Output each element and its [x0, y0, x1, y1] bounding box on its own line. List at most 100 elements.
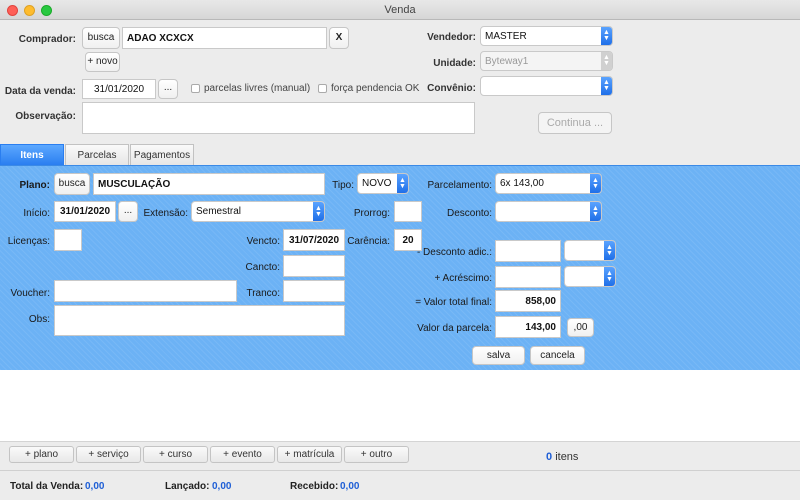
lancado-value: 0,00 — [212, 481, 232, 492]
obs-label: Obs: — [28, 314, 50, 325]
data-venda-field[interactable]: 31/01/2020 — [82, 79, 156, 99]
inicio-label: Início: — [23, 208, 50, 219]
plano-busca-button[interactable]: busca — [54, 173, 90, 195]
parcelas-livres-checkbox[interactable]: parcelas livres (manual) — [191, 83, 310, 94]
tipo-value: NOVO — [362, 178, 392, 189]
salva-button[interactable]: salva — [472, 346, 525, 365]
close-window-button[interactable] — [7, 5, 18, 16]
extensao-label: Extensão: — [143, 208, 188, 219]
voucher-label: Voucher: — [10, 288, 50, 299]
licencas-label: Licenças: — [7, 236, 50, 247]
carencia-label: Carência: — [347, 236, 390, 247]
valor-total-field: 858,00 — [495, 290, 561, 312]
inicio-field[interactable]: 31/01/2020 — [54, 201, 116, 222]
chevron-updown-icon: ▲ ▼ — [604, 267, 615, 286]
tranco-field[interactable] — [283, 280, 345, 302]
parcelamento-select[interactable]: 6x 143,00 ▲ ▼ — [495, 173, 602, 194]
recebido-label: Recebido: — [290, 481, 339, 492]
comprador-label: Comprador: — [18, 34, 76, 45]
valor-parcela-field: 143,00 — [495, 316, 561, 338]
vencto-label: Vencto: — [246, 236, 280, 247]
unidade-label: Unidade: — [433, 58, 476, 69]
forca-pendencia-label: força pendencia OK — [331, 83, 420, 94]
unidade-select: Byteway1 ▲ ▼ — [480, 51, 613, 71]
chevron-updown-icon: ▲ ▼ — [397, 174, 408, 193]
comprador-field[interactable]: ADAO XCXCX — [122, 27, 327, 49]
data-venda-label: Data da venda: — [4, 86, 76, 97]
unidade-value: Byteway1 — [485, 55, 529, 67]
add-outro-button[interactable]: + outro — [344, 446, 409, 463]
add-servico-button[interactable]: + serviço — [76, 446, 141, 463]
items-list[interactable] — [0, 370, 800, 442]
continua-button[interactable]: Continua ... — [538, 112, 612, 134]
items-count: 0 itens — [546, 451, 578, 463]
vendedor-value: MASTER — [485, 30, 527, 42]
items-count-value: 0 — [546, 451, 553, 463]
item-panel — [0, 165, 800, 370]
parcelamento-value: 6x 143,00 — [500, 178, 544, 189]
extensao-select[interactable]: Semestral ▲ ▼ — [191, 201, 325, 222]
extensao-value: Semestral — [196, 206, 242, 217]
total-venda-value: 0,00 — [85, 481, 105, 492]
comprador-busca-button[interactable]: busca — [82, 27, 120, 49]
obs-field[interactable] — [54, 305, 345, 336]
chevron-updown-icon: ▲ ▼ — [601, 77, 612, 95]
vendedor-select[interactable]: MASTER ▲ ▼ — [480, 26, 613, 46]
desconto-label: Desconto: — [446, 208, 492, 219]
observacao-field[interactable] — [82, 102, 475, 134]
vencto-field[interactable]: 31/07/2020 — [283, 229, 345, 251]
chevron-updown-icon: ▲ ▼ — [590, 174, 601, 193]
checkbox-box[interactable] — [191, 84, 200, 93]
plano-label: Plano: — [19, 180, 50, 191]
total-venda-label: Total da Venda: — [10, 481, 84, 492]
licencas-field[interactable] — [54, 229, 82, 251]
tab-parcelas[interactable]: Parcelas — [65, 144, 129, 165]
chevron-updown-icon: ▲ ▼ — [313, 202, 324, 221]
window-title: Venda — [384, 4, 416, 16]
prorrog-field[interactable] — [394, 201, 422, 222]
add-matricula-button[interactable]: + matrícula — [277, 446, 342, 463]
add-evento-button[interactable]: + evento — [210, 446, 275, 463]
footer: Total da Venda: 0,00 Lançado: 0,00 Receb… — [0, 470, 800, 500]
add-curso-button[interactable]: + curso — [143, 446, 208, 463]
title-bar: Venda — [0, 0, 800, 20]
parcelamento-label: Parcelamento: — [427, 180, 492, 191]
tipo-select[interactable]: NOVO ▲ ▼ — [357, 173, 409, 194]
tranco-label: Tranco: — [246, 288, 280, 299]
chevron-updown-icon: ▲ ▼ — [601, 52, 612, 70]
convenio-select[interactable]: ▲ ▼ — [480, 76, 613, 96]
tab-itens[interactable]: Itens — [0, 144, 64, 165]
inicio-picker-button[interactable]: ... — [118, 201, 138, 222]
add-plano-button[interactable]: + plano — [9, 446, 74, 463]
voucher-field[interactable] — [54, 280, 237, 302]
acrescimo-select[interactable]: ▲ ▼ — [564, 266, 616, 287]
desconto-adic-label: - Desconto adic.: — [416, 247, 492, 258]
cancela-button[interactable]: cancela — [530, 346, 585, 365]
chevron-updown-icon: ▲ ▼ — [604, 241, 615, 260]
valor-parcela-label: Valor da parcela: — [417, 323, 492, 334]
desconto-select[interactable]: ▲ ▼ — [495, 201, 602, 222]
convenio-label: Convênio: — [427, 83, 476, 94]
items-count-label: itens — [555, 451, 579, 463]
checkbox-box[interactable] — [318, 84, 327, 93]
chevron-updown-icon: ▲ ▼ — [601, 27, 612, 45]
zoom-window-button[interactable] — [41, 5, 52, 16]
valor-total-label: = Valor total final: — [415, 297, 492, 308]
cents-button[interactable]: ,00 — [567, 318, 594, 337]
clear-comprador-button[interactable]: X — [329, 27, 349, 49]
lancado-label: Lançado: — [165, 481, 210, 492]
cancto-field[interactable] — [283, 255, 345, 277]
tab-pagamentos[interactable]: Pagamentos — [130, 144, 194, 165]
data-venda-picker-button[interactable]: ... — [158, 79, 178, 99]
prorrog-label: Prorrog: — [353, 208, 390, 219]
desconto-adic-field[interactable] — [495, 240, 561, 262]
acrescimo-field[interactable] — [495, 266, 561, 288]
vendedor-label: Vendedor: — [427, 32, 476, 43]
novo-comprador-button[interactable]: + novo — [85, 52, 120, 72]
desconto-adic-select[interactable]: ▲ ▼ — [564, 240, 616, 261]
cancto-label: Cancto: — [245, 262, 280, 273]
tipo-label: Tipo: — [332, 180, 354, 191]
minimize-window-button[interactable] — [24, 5, 35, 16]
forca-pendencia-checkbox[interactable]: força pendencia OK — [318, 83, 419, 94]
plano-field[interactable]: MUSCULAÇÃO — [93, 173, 325, 195]
